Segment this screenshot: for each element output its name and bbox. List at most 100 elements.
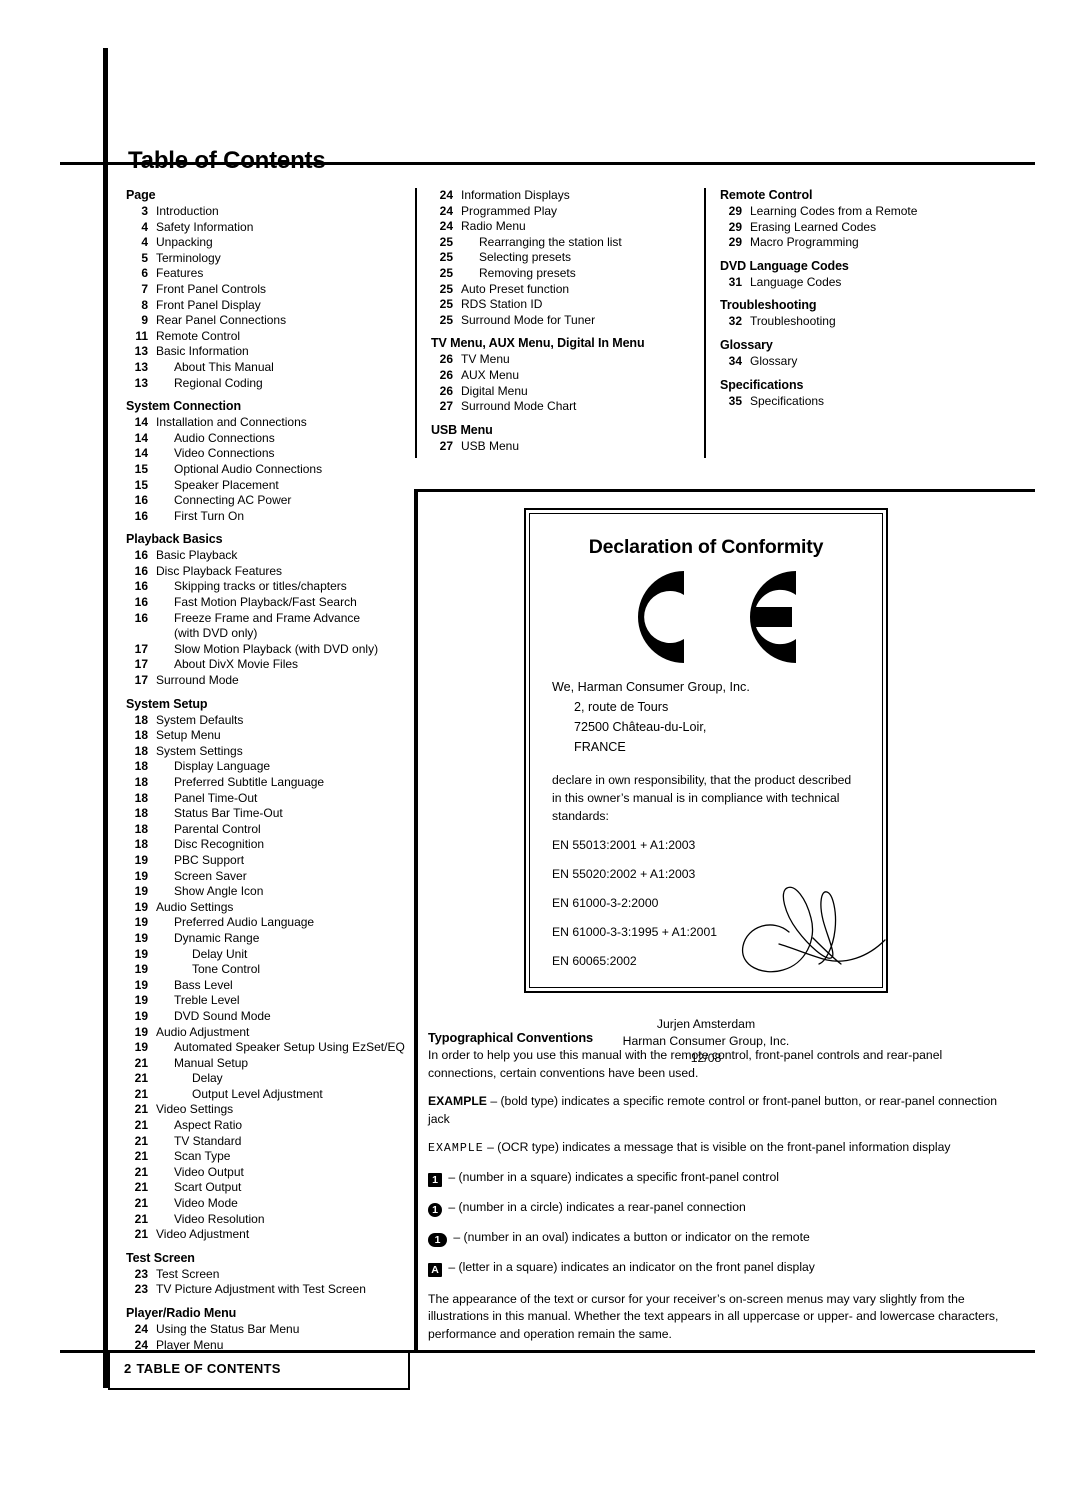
toc-entry[interactable]: 21 Output Level Adjustment <box>126 1087 406 1103</box>
toc-entry[interactable]: 6 Features <box>126 266 406 282</box>
toc-entry[interactable]: 19 Screen Saver <box>126 869 406 885</box>
toc-entry[interactable]: 21 Video Resolution <box>126 1212 406 1228</box>
toc-entry[interactable]: 4 Safety Information <box>126 220 406 236</box>
toc-entry[interactable]: 19 Dynamic Range <box>126 931 406 947</box>
toc-entry[interactable]: 21 Manual Setup <box>126 1056 406 1072</box>
toc-entry[interactable]: 24 Radio Menu <box>431 219 711 235</box>
toc-entry[interactable]: 24 Using the Status Bar Menu <box>126 1322 406 1338</box>
toc-entry[interactable]: 13 Regional Coding <box>126 376 406 392</box>
toc-entry[interactable]: 14 Audio Connections <box>126 431 406 447</box>
toc-entry[interactable]: 21 Aspect Ratio <box>126 1118 406 1134</box>
toc-entry[interactable]: 31 Language Codes <box>720 275 1020 291</box>
toc-entry[interactable]: 16 Freeze Frame and Frame Advance <box>126 611 406 627</box>
toc-entry[interactable]: 14 Video Connections <box>126 446 406 462</box>
toc-entry[interactable]: 21 TV Standard <box>126 1134 406 1150</box>
toc-entry[interactable]: 7 Front Panel Controls <box>126 282 406 298</box>
toc-entry[interactable]: 18 Disc Recognition <box>126 837 406 853</box>
toc-entry[interactable]: 27 USB Menu <box>431 439 711 455</box>
toc-entry[interactable]: 18 Panel Time-Out <box>126 791 406 807</box>
toc-entry[interactable]: 19 Delay Unit <box>126 947 406 963</box>
toc-entry[interactable]: 25 RDS Station ID <box>431 297 711 313</box>
toc-entry-page: 19 <box>134 930 148 945</box>
toc-entry[interactable]: 25 Auto Preset function <box>431 282 711 298</box>
toc-entry[interactable]: 18 System Defaults <box>126 713 406 729</box>
toc-entry[interactable]: 29 Macro Programming <box>720 235 1020 251</box>
toc-entry[interactable]: 27 Surround Mode Chart <box>431 399 711 415</box>
toc-entry[interactable]: 19 Tone Control <box>126 962 406 978</box>
toc-entry[interactable]: 18 Setup Menu <box>126 728 406 744</box>
toc-entry[interactable]: 17 Surround Mode <box>126 673 406 689</box>
toc-entry-page: 27 <box>439 438 453 453</box>
toc-entry[interactable]: 25 Selecting presets <box>431 250 711 266</box>
toc-entry[interactable]: 29 Erasing Learned Codes <box>720 220 1020 236</box>
toc-entry[interactable]: 5 Terminology <box>126 251 406 267</box>
toc-entry[interactable]: 18 Status Bar Time-Out <box>126 806 406 822</box>
declaration-title: Declaration of Conformity <box>588 536 824 558</box>
toc-entry-label: Parental Control <box>174 821 261 836</box>
toc-entry[interactable]: 16 Fast Motion Playback/Fast Search <box>126 595 406 611</box>
toc-entry[interactable]: 19 Audio Adjustment <box>126 1025 406 1041</box>
toc-entry[interactable]: 14 Installation and Connections <box>126 415 406 431</box>
toc-entry[interactable]: 26 TV Menu <box>431 352 711 368</box>
toc-entry[interactable]: 21 Video Settings <box>126 1102 406 1118</box>
toc-entry[interactable]: 17 About DivX Movie Files <box>126 657 406 673</box>
typographical-conventions-section: Typographical Conventions In order to he… <box>428 1030 1008 1354</box>
toc-entry[interactable]: 21 Video Mode <box>126 1196 406 1212</box>
toc-entry[interactable]: 19 Audio Settings <box>126 900 406 916</box>
toc-entry[interactable]: 9 Rear Panel Connections <box>126 313 406 329</box>
toc-entry[interactable]: 35 Specifications <box>720 394 1020 410</box>
toc-section-heading: Player/Radio Menu <box>126 1306 237 1320</box>
toc-entry[interactable]: 19 Show Angle Icon <box>126 884 406 900</box>
toc-entry[interactable]: 16 Connecting AC Power <box>126 493 406 509</box>
toc-entry[interactable]: 16 First Turn On <box>126 509 406 525</box>
toc-entry[interactable]: 24 Player Menu <box>126 1338 406 1354</box>
toc-entry[interactable]: 19 Automated Speaker Setup Using EzSet/EQ <box>126 1040 406 1056</box>
toc-entry[interactable]: 11 Remote Control <box>126 329 406 345</box>
toc-entry[interactable]: 19 DVD Sound Mode <box>126 1009 406 1025</box>
toc-entry[interactable]: 32 Troubleshooting <box>720 314 1020 330</box>
toc-entry[interactable]: 18 System Settings <box>126 744 406 760</box>
toc-entry[interactable]: 16 Basic Playback <box>126 548 406 564</box>
toc-entry[interactable]: 23 Test Screen <box>126 1267 406 1283</box>
toc-entry[interactable]: 25 Removing presets <box>431 266 711 282</box>
toc-entry[interactable]: 23 TV Picture Adjustment with Test Screen <box>126 1282 406 1298</box>
toc-entry[interactable]: 25 Rearranging the station list <box>431 235 711 251</box>
toc-entry[interactable]: 3 Introduction <box>126 204 406 220</box>
toc-entry[interactable]: 24 Programmed Play <box>431 204 711 220</box>
toc-entry-page: 5 <box>141 250 148 265</box>
toc-entry[interactable]: 15 Speaker Placement <box>126 478 406 494</box>
toc-entry[interactable]: 8 Front Panel Display <box>126 298 406 314</box>
toc-entry[interactable]: 19 PBC Support <box>126 853 406 869</box>
toc-entry[interactable]: 4 Unpacking <box>126 235 406 251</box>
page-footer-box: 2 TABLE OF CONTENTS <box>108 1352 410 1390</box>
toc-entry[interactable]: 21 Video Output <box>126 1165 406 1181</box>
toc-entry[interactable]: 18 Preferred Subtitle Language <box>126 775 406 791</box>
toc-entry[interactable]: 13 Basic Information <box>126 344 406 360</box>
toc-entry[interactable]: 19 Preferred Audio Language <box>126 915 406 931</box>
toc-entry[interactable]: 19 Bass Level <box>126 978 406 994</box>
toc-entry[interactable]: 18 Display Language <box>126 759 406 775</box>
toc-entry[interactable]: (with DVD only) <box>126 626 406 642</box>
toc-entry[interactable]: 25 Surround Mode for Tuner <box>431 313 711 329</box>
toc-entry[interactable]: 24 Information Displays <box>431 188 711 204</box>
toc-entry[interactable]: 16 Skipping tracks or titles/chapters <box>126 579 406 595</box>
toc-entry[interactable]: 26 AUX Menu <box>431 368 711 384</box>
toc-entry[interactable]: 21 Delay <box>126 1071 406 1087</box>
toc-entry[interactable]: 17 Slow Motion Playback (with DVD only) <box>126 642 406 658</box>
toc-entry[interactable]: 21 Scart Output <box>126 1180 406 1196</box>
toc-entry-label: Safety Information <box>156 219 254 234</box>
toc-entry-label: RDS Station ID <box>461 297 543 312</box>
toc-entry[interactable]: 19 Treble Level <box>126 993 406 1009</box>
toc-entry[interactable]: 15 Optional Audio Connections <box>126 462 406 478</box>
toc-entry[interactable]: 13 About This Manual <box>126 360 406 376</box>
toc-entry[interactable]: 16 Disc Playback Features <box>126 564 406 580</box>
toc-entry-page: 18 <box>134 712 148 727</box>
toc-entry-label: Removing presets <box>479 265 576 280</box>
toc-entry[interactable]: 29 Learning Codes from a Remote <box>720 204 1020 220</box>
marker-convention-row: 1 – (number in a square) indicates a spe… <box>428 1169 1008 1187</box>
toc-entry[interactable]: 21 Scan Type <box>126 1149 406 1165</box>
toc-entry[interactable]: 26 Digital Menu <box>431 384 711 400</box>
toc-entry[interactable]: 34 Glossary <box>720 354 1020 370</box>
toc-entry[interactable]: 18 Parental Control <box>126 822 406 838</box>
toc-entry[interactable]: 21 Video Adjustment <box>126 1227 406 1243</box>
